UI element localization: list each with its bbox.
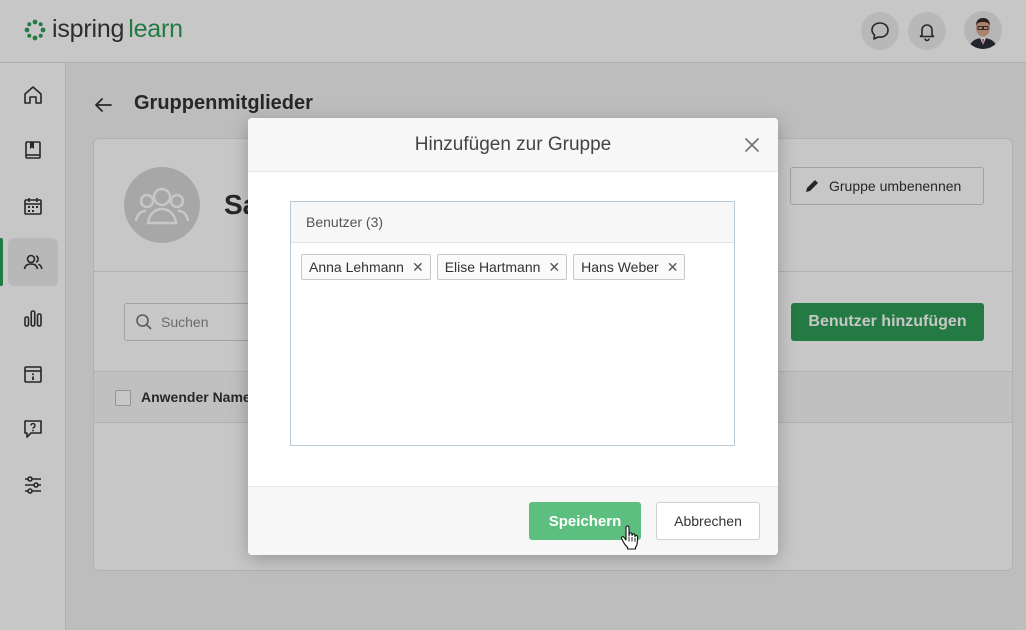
- selected-users-list: Anna Lehmann ✕ Elise Hartmann ✕ Hans Web…: [291, 243, 734, 291]
- user-chip-label: Anna Lehmann: [309, 259, 404, 275]
- user-chip-label: Elise Hartmann: [444, 259, 541, 275]
- dialog-title: Hinzufügen zur Gruppe: [414, 134, 612, 155]
- dialog-footer: Speichern Abbrechen: [248, 486, 778, 555]
- user-chip-label: Hans Weber: [581, 259, 659, 275]
- hand-cursor-icon: [620, 525, 639, 550]
- remove-chip-icon[interactable]: ✕: [548, 259, 560, 276]
- selected-users-box[interactable]: Benutzer (3) Anna Lehmann ✕ Elise Hartma…: [290, 201, 735, 446]
- selected-users-header: Benutzer (3): [291, 202, 734, 243]
- dialog-header: Hinzufügen zur Gruppe: [248, 118, 778, 172]
- close-icon[interactable]: [742, 135, 762, 155]
- add-to-group-dialog: Hinzufügen zur Gruppe Benutzer (3) Anna …: [248, 118, 778, 555]
- user-chip: Elise Hartmann ✕: [436, 254, 568, 280]
- remove-chip-icon[interactable]: ✕: [412, 259, 424, 276]
- user-chip: Anna Lehmann ✕: [301, 254, 431, 280]
- remove-chip-icon[interactable]: ✕: [667, 259, 679, 276]
- cancel-button[interactable]: Abbrechen: [656, 502, 760, 540]
- user-chip: Hans Weber ✕: [573, 254, 686, 280]
